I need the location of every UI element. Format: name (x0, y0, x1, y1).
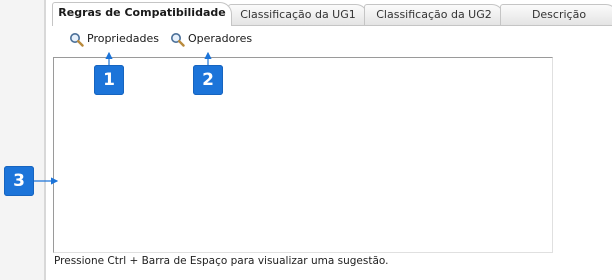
tab-strip: Regras de Compatibilidade Classificação … (52, 0, 612, 26)
left-divider (44, 0, 46, 280)
suggestion-hint: Pressione Ctrl + Barra de Espaço para vi… (54, 255, 389, 267)
callout-badge-3: 3 (4, 166, 34, 196)
callout-badge-2: 2 (193, 65, 223, 95)
properties-label: Propriedades (87, 32, 159, 45)
magnifier-icon (69, 32, 84, 47)
rule-editor[interactable] (53, 57, 553, 253)
rule-editor-textarea[interactable] (54, 58, 552, 252)
operators-label: Operadores (188, 32, 253, 45)
properties-button[interactable]: Propriedades (69, 31, 159, 47)
tab-descricao[interactable]: Descrição (500, 4, 612, 25)
callout-badge-1: 1 (94, 65, 124, 95)
left-gutter (0, 0, 44, 280)
tab-classificacao-ug1[interactable]: Classificação da UG1 (228, 4, 368, 25)
magnifier-icon (170, 32, 185, 47)
operators-button[interactable]: Operadores (170, 31, 252, 47)
tab-regras-de-compatibilidade[interactable]: Regras de Compatibilidade (52, 2, 232, 26)
tab-classificacao-ug2[interactable]: Classificação da UG2 (364, 4, 504, 25)
